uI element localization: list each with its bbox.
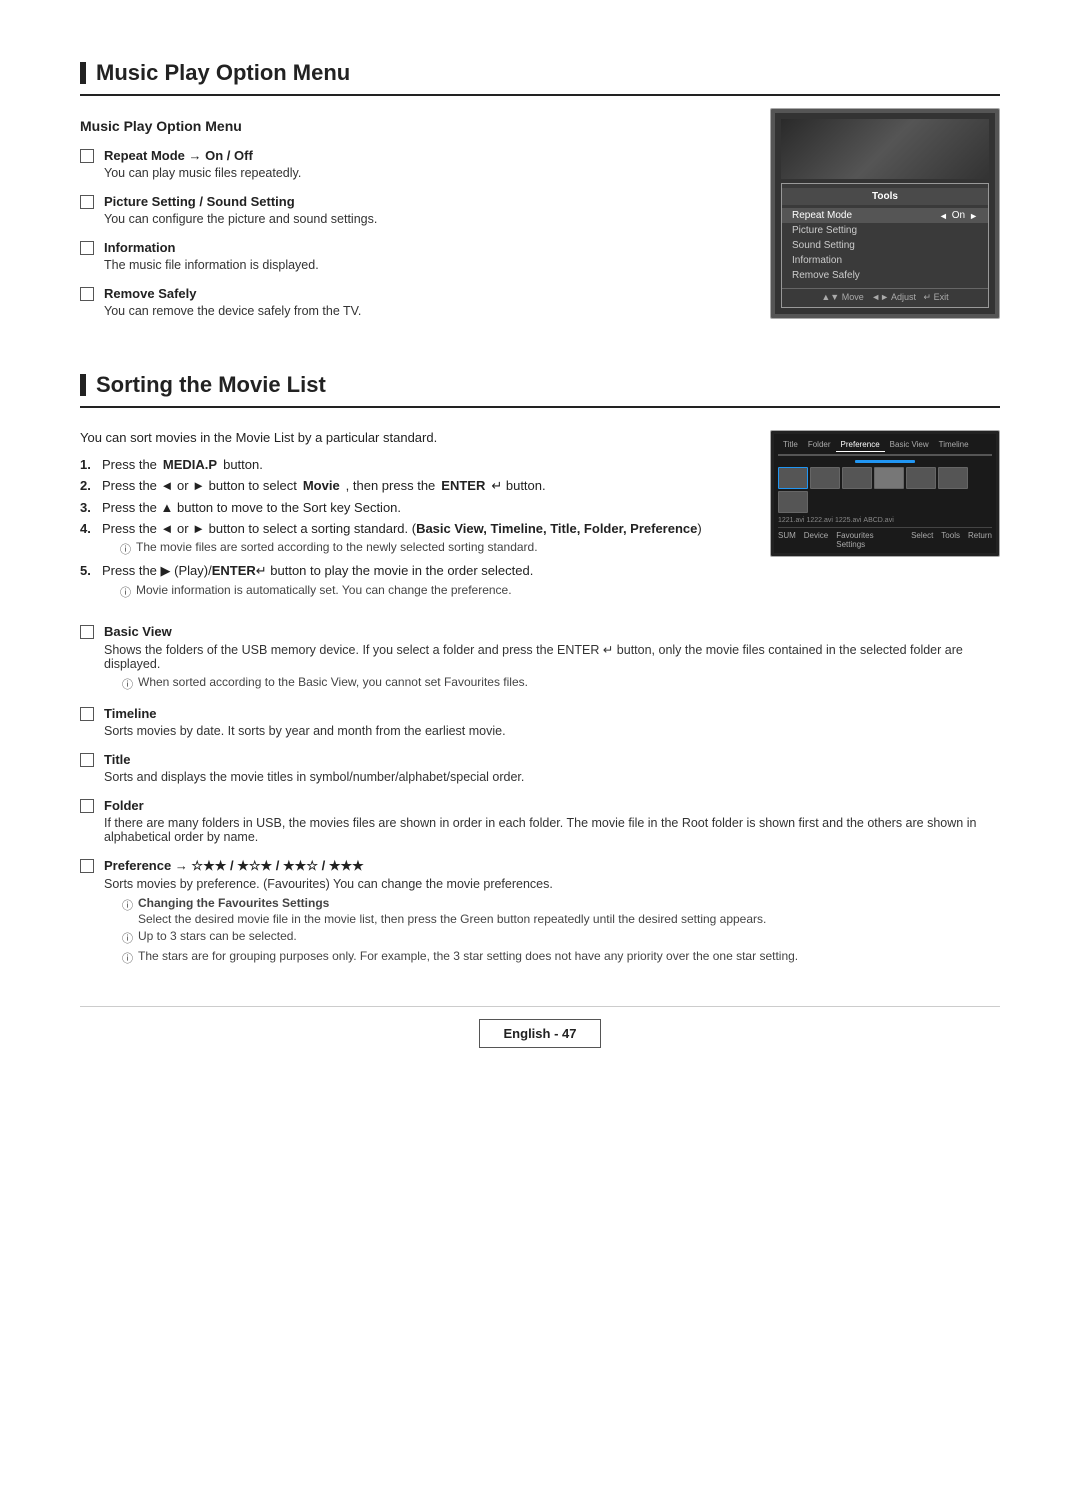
section2-title: Sorting the Movie List [80,372,1000,408]
tv-screenshot-inner: Tools Repeat Mode ◄ On ► Picture Setting… [775,113,995,314]
checkbox-icon-folder [80,799,94,813]
step5-note: ⓘMovie information is automatically set.… [102,583,533,600]
step-1: Press the MEDIA.P button. [80,457,740,472]
step4-note: ⓘThe movie files are sorted according to… [102,540,702,557]
checkbox-icon-basic-view [80,625,94,639]
item-remove-safely-desc: You can remove the device safely from th… [104,304,740,318]
movie-tab-timeline: Timeline [934,438,974,452]
item-folder: Folder If there are many folders in USB,… [80,798,1000,844]
item-folder-content: Folder If there are many folders in USB,… [104,798,1000,844]
item-information: Information The music file information i… [80,240,740,272]
step-3: Press the ▲ button to move to the Sort k… [80,500,740,515]
item-preference-title: Preference → ☆★★ / ★☆★ / ★★☆ / ★★★ [104,858,1000,874]
checkbox-icon [80,149,94,163]
item-repeat-mode: Repeat Mode → On / Off You can play musi… [80,148,740,180]
item-repeat-mode-desc: You can play music files repeatedly. [104,166,740,180]
movie-tabs: Title Folder Preference Basic View Timel… [778,438,992,452]
movie-bottom-bar: SUM Device Favourites Settings Select To… [778,527,992,549]
subsection1-title: Music Play Option Menu [80,118,740,134]
item-folder-desc: If there are many folders in USB, the mo… [104,816,1000,844]
item-title-title: Title [104,752,1000,767]
section1-title: Music Play Option Menu [80,60,1000,96]
movie-thumb-1 [778,467,808,489]
tools-menu-item-2: Sound Setting [782,238,988,253]
movie-tab-preference: Preference [836,438,885,452]
item-basic-view-content: Basic View Shows the folders of the USB … [104,624,1000,692]
item-picture-sound-content: Picture Setting / Sound Setting You can … [104,194,740,226]
section-sorting-movie: Sorting the Movie List You can sort movi… [80,372,1000,966]
movie-tab-title: Title [778,438,803,452]
item-basic-view-title: Basic View [104,624,1000,639]
tools-nav: ▲▼ Move ◄► Adjust ↵ Exit [782,288,988,303]
item-title-desc: Sorts and displays the movie titles in s… [104,770,1000,784]
item-information-desc: The music file information is displayed. [104,258,740,272]
checkbox-icon-timeline [80,707,94,721]
item-basic-view-note: ⓘ When sorted according to the Basic Vie… [104,675,1000,692]
footer: English - 47 [80,1006,1000,1048]
item-title: Title Sorts and displays the movie title… [80,752,1000,784]
item-picture-sound-desc: You can configure the picture and sound … [104,212,740,226]
item-title-content: Title Sorts and displays the movie title… [104,752,1000,784]
movie-thumb-2 [810,467,840,489]
step-2: Press the ◄ or ► button to select Movie,… [80,478,740,494]
item-picture-sound: Picture Setting / Sound Setting You can … [80,194,740,226]
item-preference-desc: Sorts movies by preference. (Favourites)… [104,877,1000,891]
movie-tab-basicview: Basic View [885,438,934,452]
movie-thumbs [778,467,992,513]
item-information-content: Information The music file information i… [104,240,740,272]
checkbox-icon-2 [80,195,94,209]
item-picture-sound-title: Picture Setting / Sound Setting [104,194,740,209]
movie-tab-folder: Folder [803,438,836,452]
footer-badge: English - 47 [479,1019,602,1048]
section2-items: Basic View Shows the folders of the USB … [80,624,1000,966]
movie-thumb-3 [842,467,872,489]
tools-menu-item-4: Remove Safely [782,268,988,283]
item-basic-view-desc: Shows the folders of the USB memory devi… [104,642,1000,671]
preference-note-1: ⓘ Changing the Favourites Settings Selec… [104,896,1000,926]
item-remove-safely-title: Remove Safely [104,286,740,301]
movie-screen-inner: Title Folder Preference Basic View Timel… [774,434,996,553]
item-preference-content: Preference → ☆★★ / ★☆★ / ★★☆ / ★★★ Sorts… [104,858,1000,966]
checkbox-icon-preference [80,859,94,873]
tools-menu-item-1: Picture Setting [782,223,988,238]
item-preference: Preference → ☆★★ / ★☆★ / ★★☆ / ★★★ Sorts… [80,858,1000,966]
item-repeat-mode-title: Repeat Mode → On / Off [104,148,740,163]
item-timeline-desc: Sorts movies by date. It sorts by year a… [104,724,1000,738]
tools-menu-title: Tools [782,188,988,205]
item-remove-safely: Remove Safely You can remove the device … [80,286,740,318]
step-5: Press the ▶ (Play)/ENTER↵ button to play… [80,563,740,600]
movie-thumb-5 [906,467,936,489]
tools-menu-item-3: Information [782,253,988,268]
step-4: Press the ◄ or ► button to select a sort… [80,521,740,557]
tools-menu: Tools Repeat Mode ◄ On ► Picture Setting… [781,183,989,308]
item-basic-view: Basic View Shows the folders of the USB … [80,624,1000,692]
section2-intro: You can sort movies in the Movie List by… [80,430,740,445]
steps-list: Press the MEDIA.P button. Press the ◄ or… [80,457,740,600]
item-folder-title: Folder [104,798,1000,813]
item-timeline-content: Timeline Sorts movies by date. It sorts … [104,706,1000,738]
tools-menu-item-0: Repeat Mode ◄ On ► [782,208,988,223]
preference-note-3: ⓘ The stars are for grouping purposes on… [104,949,1000,966]
movie-screenshot: Title Folder Preference Basic View Timel… [770,430,1000,557]
item-remove-safely-content: Remove Safely You can remove the device … [104,286,740,318]
preference-note-2: ⓘ Up to 3 stars can be selected. [104,929,1000,946]
section2-text: You can sort movies in the Movie List by… [80,430,740,606]
checkbox-icon-title [80,753,94,767]
movie-thumb-6 [938,467,968,489]
section-music-play: Music Play Option Menu Music Play Option… [80,60,1000,332]
movie-thumb-4 [874,467,904,489]
item-timeline-title: Timeline [104,706,1000,721]
item-timeline: Timeline Sorts movies by date. It sorts … [80,706,1000,738]
item-information-title: Information [104,240,740,255]
checkbox-icon-4 [80,287,94,301]
item-repeat-mode-content: Repeat Mode → On / Off You can play musi… [104,148,740,180]
tv-screenshot: Tools Repeat Mode ◄ On ► Picture Setting… [770,108,1000,319]
checkbox-icon-3 [80,241,94,255]
section1-text: Music Play Option Menu Repeat Mode → On … [80,118,740,332]
movie-thumb-7 [778,491,808,513]
